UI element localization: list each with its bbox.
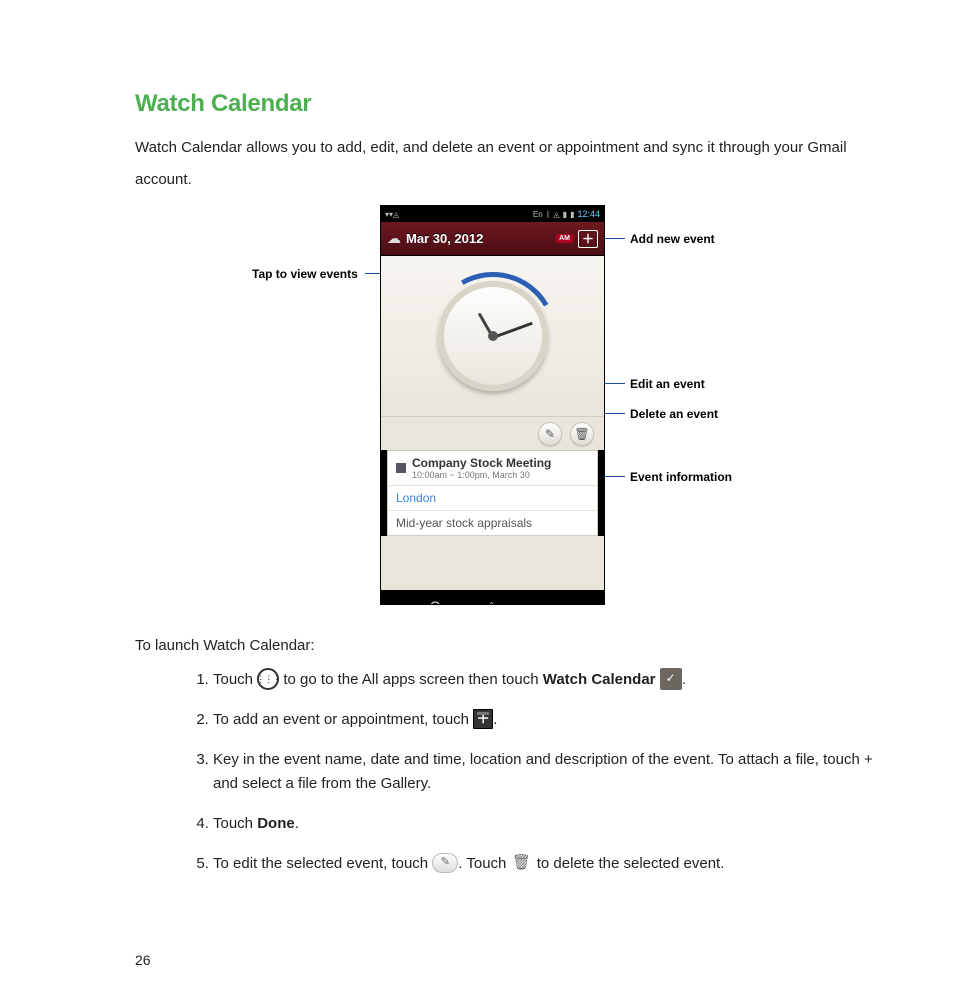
all-apps-icon: ⋮⋮⋮ xyxy=(257,668,279,690)
steps-list: Touch ⋮⋮⋮ to go to the All apps screen t… xyxy=(135,668,874,876)
app-header: ☁ Mar 30, 2012 AM ＋ xyxy=(381,222,604,256)
watch-calendar-icon: ✓ xyxy=(660,668,682,690)
step-text: . xyxy=(493,711,497,728)
screenshot-phone: ▾▾◬ En ᛒ ◬ ▮ ▮ 12:44 ☁ Mar 30, 2012 AM ＋ xyxy=(380,205,605,605)
label-tap-to-view: Tap to view events xyxy=(252,267,358,281)
event-actions: ✎ 🗑 xyxy=(381,416,604,450)
clock-pin xyxy=(488,331,498,341)
signal-icon: ▾▾◬ xyxy=(385,210,399,219)
status-clock: 12:44 xyxy=(577,209,600,219)
event-time: 10:00am ~ 1:00pm, March 30 xyxy=(412,470,551,480)
bluetooth-icon: ᛒ xyxy=(546,210,551,219)
add-event-icon: ＋ xyxy=(473,709,493,729)
step-bold: Watch Calendar xyxy=(543,671,656,688)
event-description: Mid-year stock appraisals xyxy=(388,510,597,535)
weather-icon: ☁ xyxy=(387,230,401,247)
home-icon[interactable]: ⌂ xyxy=(487,598,497,605)
header-date[interactable]: Mar 30, 2012 xyxy=(406,231,483,246)
intro-paragraph: Watch Calendar allows you to add, edit, … xyxy=(135,132,874,195)
step-text: to delete the selected event. xyxy=(537,855,725,872)
edit-event-button[interactable]: ✎ xyxy=(538,422,562,446)
clock-face xyxy=(438,281,548,391)
nav-bar: ↶ ⌂ ▭ xyxy=(381,590,604,605)
label-delete-event: Delete an event xyxy=(630,407,718,421)
event-card[interactable]: Company Stock Meeting 10:00am ~ 1:00pm, … xyxy=(387,450,598,536)
figure: Tap to view events Add new event Edit an… xyxy=(135,205,874,625)
step-text: . xyxy=(682,671,686,688)
page-number: 26 xyxy=(135,952,151,968)
wifi-icon: ◬ xyxy=(554,210,560,219)
blank-area xyxy=(381,536,604,590)
step-text: Touch xyxy=(213,815,257,832)
trash-icon: 🗑 xyxy=(511,852,533,874)
back-icon[interactable]: ↶ xyxy=(427,597,440,605)
step-1: Touch ⋮⋮⋮ to go to the All apps screen t… xyxy=(213,668,874,692)
label-add-new-event: Add new event xyxy=(630,232,715,246)
step-text: . xyxy=(295,815,299,832)
ampm-badge[interactable]: AM xyxy=(556,234,573,243)
callout-line xyxy=(605,476,625,477)
edit-icon: ✎ xyxy=(432,853,458,873)
label-edit-event: Edit an event xyxy=(630,377,705,391)
status-bar: ▾▾◬ En ᛒ ◬ ▮ ▮ 12:44 xyxy=(381,206,604,222)
clock-area xyxy=(381,256,604,416)
event-location: London xyxy=(388,485,597,510)
add-event-button[interactable]: ＋ xyxy=(578,230,598,248)
step-text: To edit the selected event, touch xyxy=(213,855,432,872)
delete-event-button[interactable]: 🗑 xyxy=(570,422,594,446)
label-event-info: Event information xyxy=(630,470,732,484)
event-title: Company Stock Meeting xyxy=(412,456,551,470)
step-text: Touch xyxy=(213,671,257,688)
step-4: Touch Done. xyxy=(213,812,874,836)
battery-icon: ▮ xyxy=(570,210,574,219)
step-text: To add an event or appointment, touch xyxy=(213,711,473,728)
recent-icon[interactable]: ▭ xyxy=(543,597,558,605)
step-2: To add an event or appointment, touch ＋. xyxy=(213,708,874,732)
step-3: Key in the event name, date and time, lo… xyxy=(213,748,874,796)
cell-icon: ▮ xyxy=(563,210,567,219)
step-text: to go to the All apps screen then touch xyxy=(283,671,542,688)
event-color-icon xyxy=(396,463,406,473)
page-title: Watch Calendar xyxy=(135,90,874,118)
status-lang: En xyxy=(533,210,543,219)
prelist-text: To launch Watch Calendar: xyxy=(135,637,874,654)
step-5: To edit the selected event, touch ✎. Tou… xyxy=(213,852,874,876)
step-text: . Touch xyxy=(458,855,510,872)
minute-hand xyxy=(492,322,532,339)
step-bold: Done xyxy=(257,815,295,832)
